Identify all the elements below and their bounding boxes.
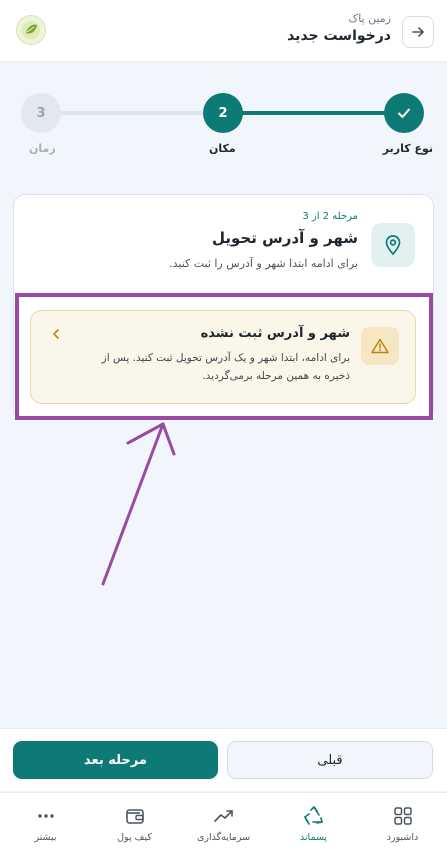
wallet-icon — [125, 809, 144, 824]
nav-label-waste: پسماند — [299, 832, 328, 843]
nav-item-wallet[interactable]: کیف پول — [90, 793, 179, 854]
card-subtitle: برای ادامه ابتدا شهر و آدرس را ثبت کنید. — [169, 257, 358, 270]
step-2-circle: 2 — [203, 93, 243, 133]
step-1-label: نوع کاربر — [382, 142, 433, 155]
map-pin-icon — [385, 235, 401, 256]
warning-badge — [361, 327, 399, 365]
location-pin-badge — [371, 223, 415, 267]
address-warning-banner[interactable]: شهر و آدرس ثبت نشده برای ادامه، ابتدا شه… — [30, 310, 416, 404]
card-title: شهر و آدرس تحویل — [211, 229, 358, 247]
header-subtitle: زمین پاک — [348, 12, 391, 25]
card-divider — [14, 293, 433, 294]
stepper-progress — [222, 111, 405, 115]
location-card: مرحله 2 از 3 شهر و آدرس تحویل برای ادامه… — [13, 194, 434, 420]
leaf-logo-icon — [22, 21, 40, 39]
bottom-nav: داشبورد پسماند سرمایه‌گذاری — [0, 792, 447, 854]
warning-triangle-icon — [371, 338, 389, 354]
nav-item-dashboard[interactable]: داشبورد — [358, 793, 447, 854]
warning-text: برای ادامه، ابتدا شهر و یک آدرس تحویل ثب… — [101, 352, 350, 382]
app-logo — [16, 15, 46, 45]
step-1-circle — [384, 93, 424, 133]
nav-label-investment: سرمایه‌گذاری — [196, 832, 251, 843]
app-header: زمین پاک درخواست جدید — [0, 0, 447, 62]
warning-title: شهر و آدرس ثبت نشده — [200, 326, 350, 341]
back-button[interactable] — [402, 16, 434, 48]
chevron-left-icon[interactable] — [49, 327, 63, 341]
nav-label-more: بیشتر — [34, 832, 57, 843]
check-icon — [398, 108, 410, 118]
recycle-icon — [303, 806, 323, 825]
action-bar: قبلی مرحله بعد — [0, 728, 447, 791]
previous-button[interactable]: قبلی — [227, 741, 433, 779]
nav-label-wallet: کیف پول — [117, 832, 152, 843]
nav-item-waste[interactable]: پسماند — [269, 793, 358, 854]
arrow-right-icon — [412, 27, 424, 37]
stage-indicator: مرحله 2 از 3 — [302, 211, 358, 222]
step-2-label: مکان — [209, 142, 236, 155]
nav-label-dashboard: داشبورد — [386, 832, 419, 843]
grid-icon — [393, 807, 412, 825]
nav-item-more[interactable]: بیشتر — [1, 793, 90, 854]
next-step-button[interactable]: مرحله بعد — [13, 741, 218, 779]
trend-up-icon — [213, 810, 233, 822]
nav-item-investment[interactable]: سرمایه‌گذاری — [179, 793, 268, 854]
page-title: درخواست جدید — [287, 28, 391, 44]
step-3-label: زمان — [29, 142, 56, 155]
more-dots-icon — [37, 814, 54, 818]
step-3-circle: 3 — [21, 93, 61, 133]
